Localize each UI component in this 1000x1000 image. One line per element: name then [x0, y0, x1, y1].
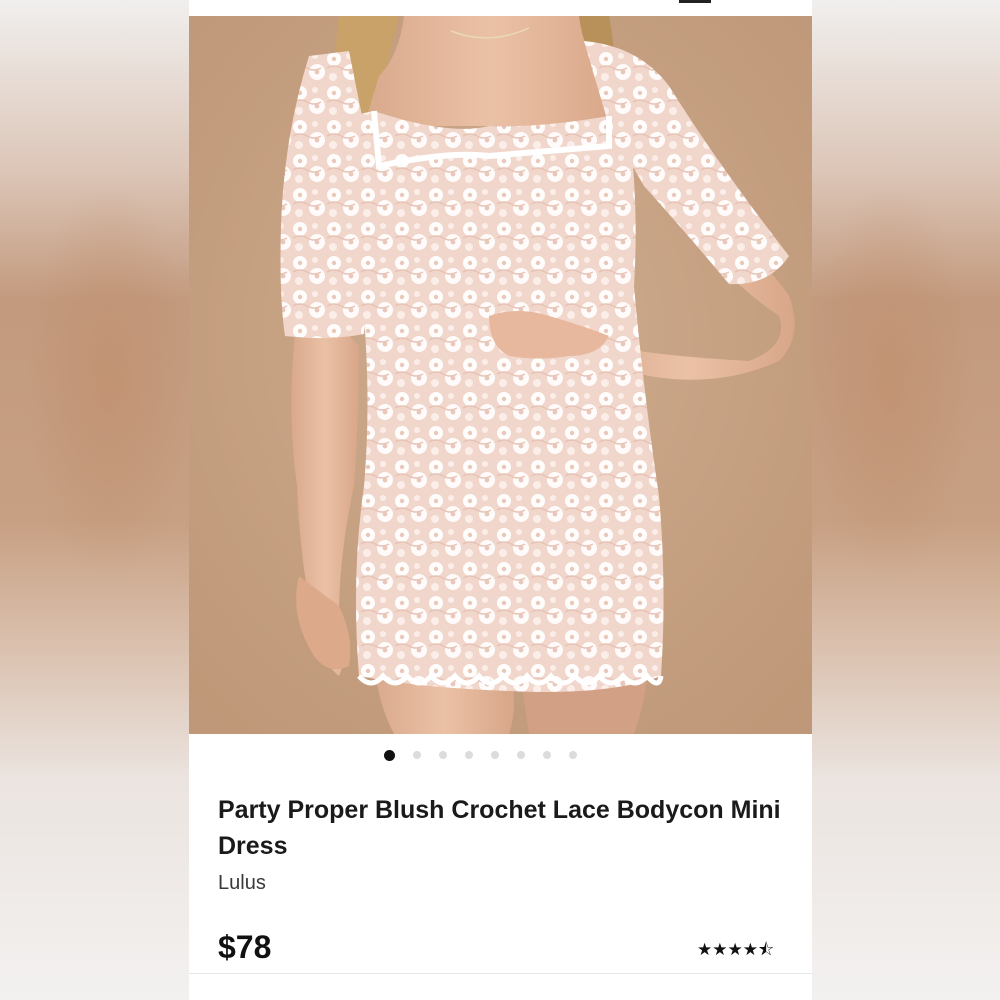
product-price: $78 [218, 929, 272, 965]
carousel-dot[interactable] [543, 751, 551, 759]
right-blurred-backdrop [810, 0, 1000, 1000]
carousel-dot[interactable] [569, 751, 577, 759]
carousel-dot-active[interactable] [384, 749, 395, 761]
carousel-indicator[interactable] [189, 748, 812, 762]
carousel-dot[interactable] [517, 751, 525, 759]
rating-stars-icon[interactable]: ★★★★⯪ [697, 937, 774, 966]
carousel-dot[interactable] [491, 751, 499, 759]
screenshot-canvas: Party Proper Blush Crochet Lace Bodycon … [0, 0, 1000, 1000]
divider [189, 973, 812, 974]
product-image[interactable] [189, 16, 812, 734]
top-bar-indicator [679, 0, 711, 3]
carousel-dot[interactable] [413, 751, 421, 759]
product-brand[interactable]: Lulus [218, 872, 266, 895]
dress-illustration [189, 16, 812, 734]
product-title: Party Proper Blush Crochet Lace Bodycon … [218, 796, 781, 860]
left-blurred-backdrop [0, 0, 190, 1000]
top-bar [189, 0, 812, 16]
carousel-dot[interactable] [465, 751, 473, 759]
product-page: Party Proper Blush Crochet Lace Bodycon … [189, 0, 812, 1000]
carousel-dot[interactable] [439, 751, 447, 759]
